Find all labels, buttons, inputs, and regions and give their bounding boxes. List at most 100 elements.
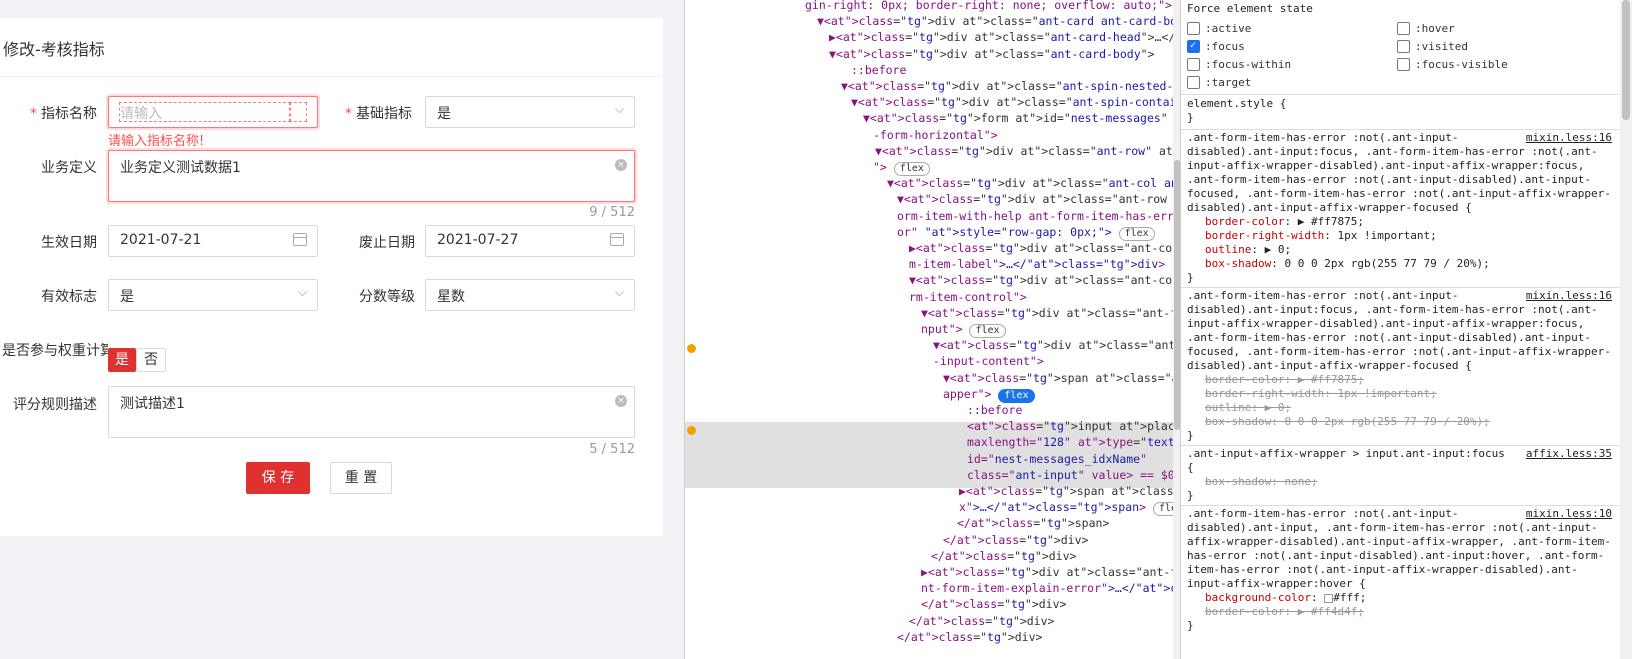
brace: }	[1187, 111, 1194, 124]
dom-node-line[interactable]: orm-item-with-help ant-form-item-has-err	[897, 208, 1174, 224]
dom-node-line[interactable]: <at">class="tg">input at">placeholder="请…	[967, 418, 1180, 434]
css-declaration[interactable]: box-shadow: 0 0 0 2px rgb(255 77 79 / 20…	[1205, 415, 1490, 429]
end-label: 废止日期	[359, 235, 415, 251]
biz-label: 业务定义	[41, 160, 97, 176]
element-style: element.style {	[1187, 97, 1287, 110]
start-label: 生效日期	[41, 235, 97, 251]
rule3-source-link[interactable]: affix.less:35	[1526, 447, 1612, 461]
css-declaration[interactable]: outline: ▶ 0;	[1205, 243, 1291, 257]
rule4-decl-border[interactable]: border-color: ▶ #ff4d4f;	[1205, 605, 1364, 619]
form-card: 修改-考核指标 * 指标名称 请输入 请输入指标名称! * 基础指标 是 ⌵ 业务定…	[0, 18, 663, 536]
css-declaration[interactable]: outline: ▶ 0;	[1205, 401, 1291, 415]
dom-node-line[interactable]: ▼<at">class="tg">div at">class="ant-col …	[909, 272, 1180, 288]
dom-node-line[interactable]: -input-content">	[933, 353, 1044, 369]
state-checkbox[interactable]	[1397, 22, 1410, 35]
dom-node-line[interactable]: ▶<at">class="tg">div at">class="ant-form…	[921, 564, 1180, 580]
rule2-source-link[interactable]: mixin.less:16	[1526, 289, 1612, 303]
dom-node-line[interactable]: apper"> flex	[943, 386, 1035, 403]
dom-node-line[interactable]: ▼<at">class="tg">div at">class="ant-row …	[897, 191, 1180, 207]
rule3-decl[interactable]: box-shadow: none;	[1205, 475, 1318, 489]
weight-yes-button[interactable]: 是	[108, 348, 136, 372]
base-value: 是	[437, 106, 451, 122]
css-declaration[interactable]: border-right-width: 1px !important;	[1205, 387, 1437, 401]
state-checkbox[interactable]	[1187, 58, 1200, 71]
flex-badge[interactable]: flex	[969, 324, 1006, 338]
css-declaration[interactable]: border-right-width: 1px !important;	[1205, 229, 1437, 243]
dom-node-line[interactable]: class="ant-input" value> == $0	[967, 467, 1175, 483]
css-declaration[interactable]: box-shadow: 0 0 0 2px rgb(255 77 79 / 20…	[1205, 257, 1490, 271]
state-checkbox[interactable]	[1187, 22, 1200, 35]
flex-badge[interactable]: flex	[998, 388, 1035, 403]
flex-badge[interactable]: flex	[893, 162, 930, 176]
dom-node-line[interactable]: ▼<at">class="tg">div at">class="ant-card…	[829, 46, 1155, 62]
clear-icon[interactable]: ×	[615, 395, 627, 407]
dom-node-line[interactable]: ▼<at">class="tg">div at">class="ant-card…	[817, 13, 1180, 29]
devtools-scrollbar[interactable]	[1173, 0, 1180, 659]
dom-node-line[interactable]: </at">class="tg">span>	[957, 515, 1109, 531]
dom-node-line[interactable]: ▶<at">class="tg">div at">class="ant-card…	[829, 29, 1180, 45]
dom-node-line[interactable]: ::before	[967, 402, 1022, 418]
state-checkbox[interactable]	[1187, 76, 1200, 89]
state-checkbox[interactable]: ✓	[1187, 40, 1200, 53]
start-date-picker[interactable]: 2021-07-21	[108, 225, 318, 257]
dom-node-line[interactable]: nput"> flex	[921, 321, 1006, 338]
base-select[interactable]: 是 ⌵	[425, 96, 635, 128]
css-declaration[interactable]: border-color: ▶ #ff7875;	[1205, 215, 1364, 229]
dom-node-line[interactable]: nt-form-item-explain-error">…</"at">clas…	[921, 580, 1180, 596]
dom-node-line[interactable]: maxlength="128" at">type="text"	[967, 434, 1180, 450]
name-label: * 指标名称	[30, 106, 97, 122]
valid-select[interactable]: 是 ⌵	[108, 279, 318, 311]
rule4-source-link[interactable]: mixin.less:10	[1526, 507, 1612, 521]
dom-node-line[interactable]: ▼<at">class="tg">div at">class="ant-spin…	[841, 78, 1180, 94]
dom-node-line[interactable]: ::before	[851, 62, 906, 78]
dom-node-line[interactable]: ▼<at">class="tg">div at">class="ant-form…	[921, 305, 1180, 321]
clear-icon[interactable]: ×	[615, 159, 627, 171]
rule1-source-link[interactable]: mixin.less:16	[1526, 131, 1612, 145]
card-header: 修改-考核指标	[0, 18, 663, 77]
brace: }	[1187, 489, 1194, 502]
biz-value: 业务定义测试数据1	[120, 160, 241, 176]
dom-node-line[interactable]: </at">class="tg">div>	[909, 613, 1054, 629]
dom-node-line[interactable]: -form-horizontal">	[873, 127, 998, 143]
name-input[interactable]: 请输入	[108, 96, 318, 128]
dom-node-line[interactable]: or" "at">style="row-gap: 0px;"> flex	[897, 224, 1155, 241]
state-checkbox[interactable]	[1397, 40, 1410, 53]
dom-node-line[interactable]: rm-item-control">	[909, 289, 1027, 305]
dom-node-line[interactable]: ▶<at">class="tg">span at">class="ant-inp…	[959, 483, 1180, 499]
dom-node-line[interactable]: x">…</"at">class="tg">span> flex	[959, 499, 1180, 517]
page-scrollbar[interactable]	[1620, 0, 1632, 659]
grade-label: 分数等级	[359, 289, 415, 305]
end-date-picker[interactable]: 2021-07-27	[425, 225, 635, 257]
state-checkbox[interactable]	[1397, 58, 1410, 71]
save-button[interactable]: 保 存	[246, 462, 310, 494]
dom-node-line[interactable]: ▼<at">class="tg">span at">class="ant-inp…	[943, 370, 1180, 386]
dom-node-line[interactable]: ▼<at">class="tg">form at">id="nest-messa…	[863, 110, 1180, 126]
dom-node-line[interactable]: "> flex	[873, 159, 930, 176]
state-label: :visited	[1415, 40, 1468, 53]
end-value: 2021-07-27	[437, 232, 519, 248]
reset-button[interactable]: 重 置	[330, 462, 392, 494]
dom-node-line[interactable]: id="nest-messages_idxName"	[967, 451, 1147, 467]
dom-node-line[interactable]: </at">class="tg">div>	[897, 629, 1042, 645]
rule-label: 评分规则描述	[13, 397, 97, 413]
dom-node-line[interactable]: ▼<at">class="tg">div at">class="ant-col …	[887, 175, 1180, 191]
flex-badge[interactable]: flex	[1118, 226, 1155, 241]
grade-select[interactable]: 星数 ⌵	[425, 279, 635, 311]
dom-node-line[interactable]: ▼<at">class="tg">div at">class="ant-spin…	[851, 94, 1180, 110]
dom-node-line[interactable]: ▼<at">class="tg">div at">class="ant-row"…	[875, 143, 1180, 159]
biz-textarea[interactable]: 业务定义测试数据1 ×	[108, 150, 635, 202]
dom-node-line[interactable]: </at">class="tg">div>	[931, 548, 1076, 564]
css-declaration[interactable]: border-color: ▶ #ff7875;	[1205, 373, 1364, 387]
dom-node-line[interactable]: gin-right: 0px; border-right: none; over…	[805, 0, 1172, 13]
valid-value: 是	[120, 289, 134, 305]
rule-textarea[interactable]: 测试描述1 ×	[108, 386, 635, 438]
dom-node-line[interactable]: </at">class="tg">div>	[943, 532, 1088, 548]
weight-no-button[interactable]: 否	[136, 348, 166, 372]
dom-node-line[interactable]: </at">class="tg">div>	[921, 596, 1066, 612]
valid-label: 有效标志	[41, 289, 97, 305]
dom-node-line[interactable]: m-item-label">…</"at">class="tg">div>	[909, 256, 1165, 272]
page-title: 修改-考核指标	[3, 40, 105, 59]
dom-node-line[interactable]: ▼<at">class="tg">div at">class="ant-form…	[933, 337, 1180, 353]
dom-node-line[interactable]: ▶<at">class="tg">div at">class="ant-col …	[909, 240, 1180, 256]
rule4-decl-bg[interactable]: background-color: #fff;	[1205, 591, 1366, 605]
